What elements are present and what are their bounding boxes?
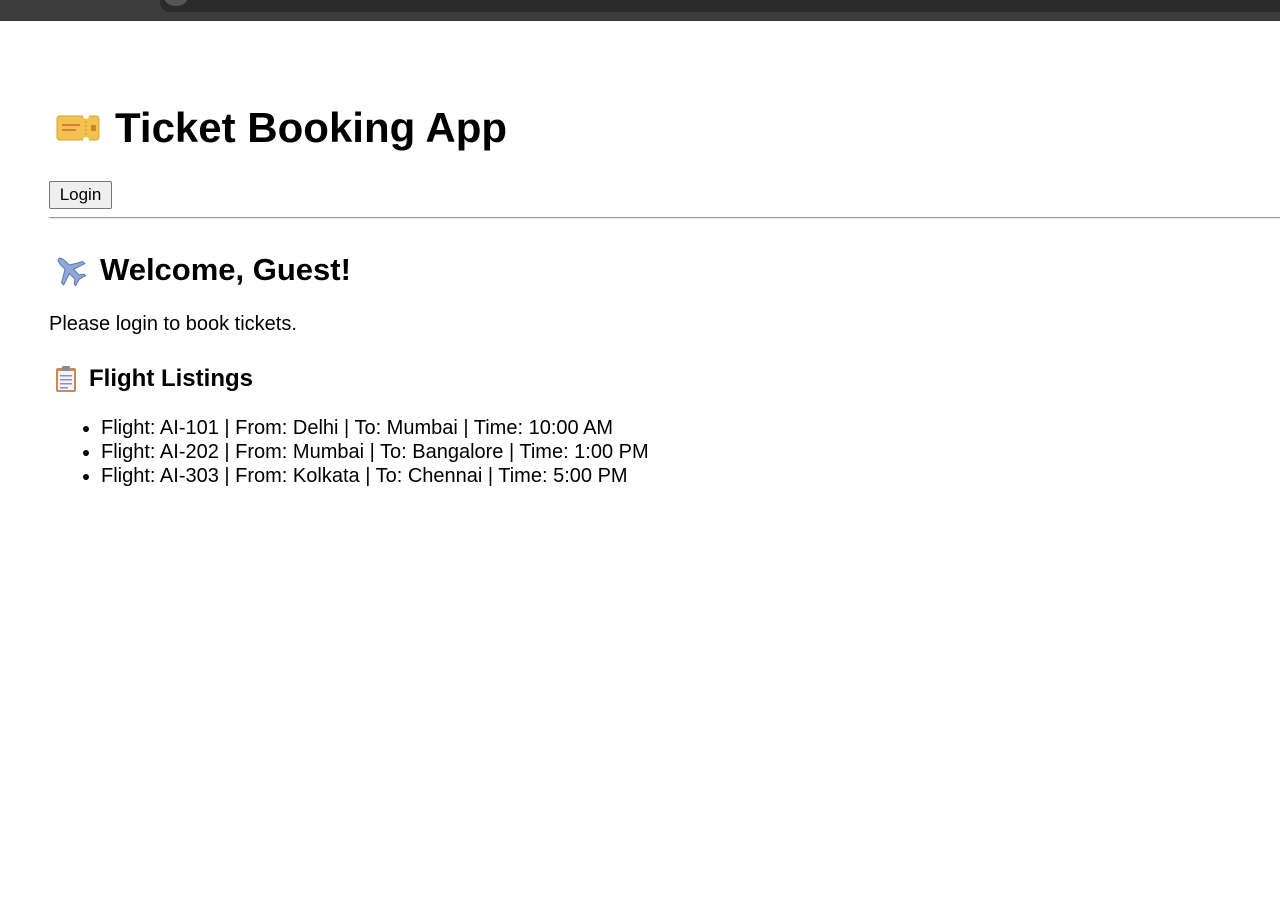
flight-list: Flight: AI-101 | From: Delhi | To: Mumba… [49,416,649,488]
browser-tab-bar [160,0,1280,12]
login-prompt-text: Please login to book tickets. [49,313,297,335]
app-header: Ticket Booking App [49,102,507,154]
browser-chrome-strip [0,0,1280,21]
list-item: Flight: AI-202 | From: Mumbai | To: Bang… [101,440,649,464]
login-button[interactable]: Login [49,181,112,209]
welcome-section: Welcome, Guest! [49,250,351,290]
page-title: Ticket Booking App [115,104,508,151]
clipboard-icon [56,366,76,392]
flight-listings-header: Flight Listings [49,364,253,394]
header-divider [49,217,1280,219]
welcome-heading: Welcome, Guest! [100,252,351,287]
airplane-icon [57,257,87,287]
ticket-icon [56,113,100,143]
list-item: Flight: AI-303 | From: Kolkata | To: Che… [101,464,649,488]
list-item: Flight: AI-101 | From: Delhi | To: Mumba… [101,416,649,440]
flight-listings-heading: Flight Listings [89,365,253,392]
